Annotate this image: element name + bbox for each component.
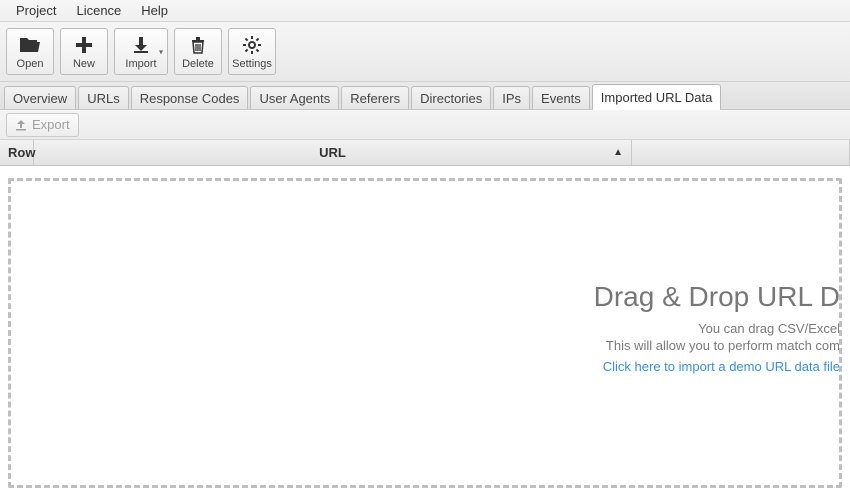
delete-label: Delete bbox=[182, 58, 214, 70]
gear-icon bbox=[243, 34, 261, 56]
new-button[interactable]: New bbox=[60, 28, 108, 75]
drop-message: Drag & Drop URL D You can drag CSV/Excel… bbox=[594, 281, 840, 374]
tab-overview[interactable]: Overview bbox=[4, 86, 76, 109]
column-header-url-label: URL bbox=[319, 145, 346, 160]
import-demo-link[interactable]: Click here to import a demo URL data fil… bbox=[594, 359, 840, 374]
tab-events[interactable]: Events bbox=[532, 86, 590, 109]
column-header-extra[interactable] bbox=[632, 140, 850, 165]
drop-subtitle-2: This will allow you to perform match com bbox=[594, 338, 840, 353]
toolbar: Open New Import ▾ bbox=[0, 22, 850, 82]
upload-icon bbox=[15, 119, 27, 131]
tab-referers[interactable]: Referers bbox=[341, 86, 409, 109]
drop-subtitle-1: You can drag CSV/Excel bbox=[594, 321, 840, 336]
settings-label: Settings bbox=[232, 58, 272, 70]
table-header: Row URL ▲ bbox=[0, 140, 850, 166]
open-button[interactable]: Open bbox=[6, 28, 54, 75]
tab-user-agents[interactable]: User Agents bbox=[250, 86, 339, 109]
delete-button[interactable]: Delete bbox=[174, 28, 222, 75]
open-label: Open bbox=[17, 58, 44, 70]
chevron-down-icon: ▾ bbox=[159, 47, 163, 56]
import-label: Import bbox=[125, 58, 156, 70]
menu-help[interactable]: Help bbox=[131, 1, 178, 20]
tab-ips[interactable]: IPs bbox=[493, 86, 530, 109]
export-label: Export bbox=[32, 117, 70, 132]
export-button[interactable]: Export bbox=[6, 113, 79, 137]
column-header-url[interactable]: URL ▲ bbox=[34, 140, 632, 165]
menu-project[interactable]: Project bbox=[6, 1, 66, 20]
import-button[interactable]: Import ▾ bbox=[114, 28, 168, 75]
tab-imported-url-data[interactable]: Imported URL Data bbox=[592, 84, 722, 109]
plus-icon bbox=[75, 34, 93, 56]
drop-title: Drag & Drop URL D bbox=[594, 281, 840, 313]
column-header-row[interactable]: Row bbox=[0, 140, 34, 165]
tab-urls[interactable]: URLs bbox=[78, 86, 129, 109]
drop-zone[interactable]: Drag & Drop URL D You can drag CSV/Excel… bbox=[8, 178, 842, 488]
export-bar: Export bbox=[0, 110, 850, 140]
tab-directories[interactable]: Directories bbox=[411, 86, 491, 109]
content-area: Drag & Drop URL D You can drag CSV/Excel… bbox=[0, 166, 850, 500]
trash-icon bbox=[190, 34, 206, 56]
new-label: New bbox=[73, 58, 95, 70]
tab-bar: Overview URLs Response Codes User Agents… bbox=[0, 82, 850, 110]
menubar: Project Licence Help bbox=[0, 0, 850, 22]
download-icon bbox=[132, 34, 150, 56]
folder-open-icon bbox=[19, 34, 41, 56]
sort-ascending-icon: ▲ bbox=[613, 147, 623, 158]
menu-licence[interactable]: Licence bbox=[66, 1, 131, 20]
tab-response-codes[interactable]: Response Codes bbox=[131, 86, 249, 109]
settings-button[interactable]: Settings bbox=[228, 28, 276, 75]
